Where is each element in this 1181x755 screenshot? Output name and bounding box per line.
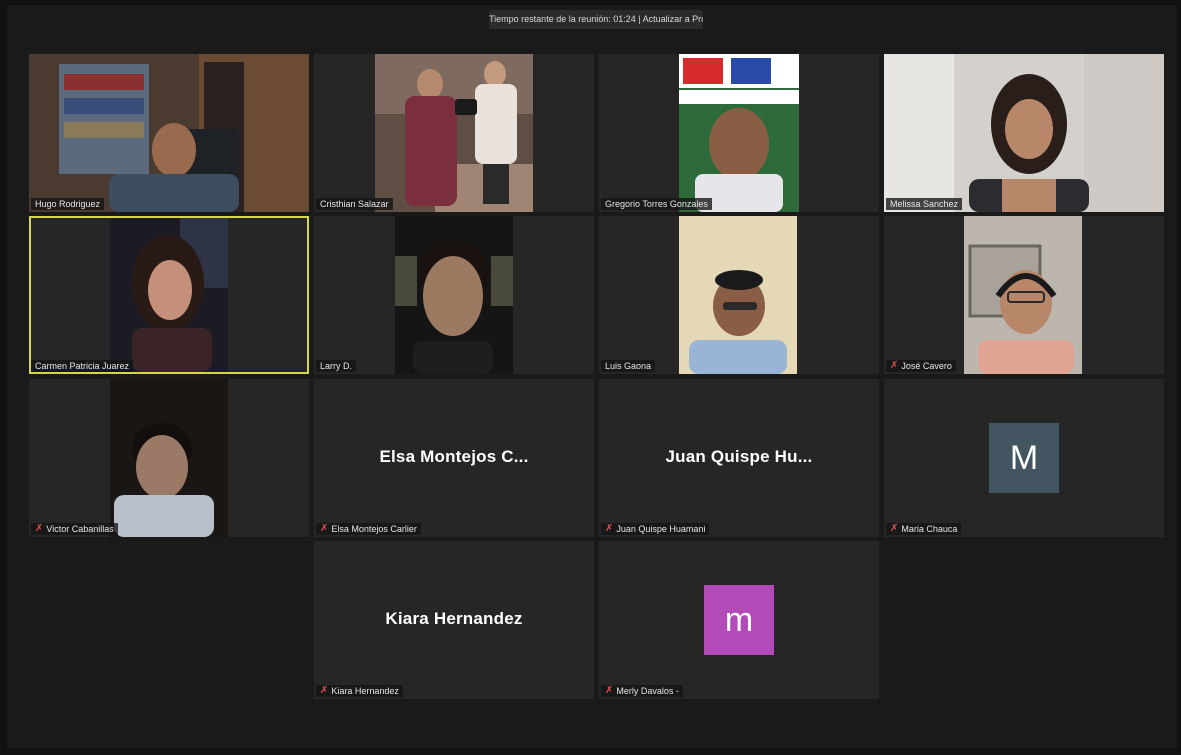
participant-name-tag: ✗ Juan Quispe Huamani	[601, 523, 710, 535]
mic-muted-icon: ✗	[605, 685, 614, 696]
participant-name-tag: Carmen Patricia Juarez	[31, 360, 134, 372]
participant-name: Melissa Sanchez	[890, 199, 959, 209]
participant-name: Carmen Patricia Juarez	[35, 361, 130, 371]
participant-name-tag: Luis Gaona	[601, 360, 656, 372]
participant-name: Elsa Montejos Carlier	[331, 524, 417, 534]
participant-video	[110, 218, 228, 372]
participant-display-name: Kiara Hernandez	[385, 609, 523, 628]
participant-tile[interactable]: Melissa Sanchez	[884, 54, 1164, 212]
participant-tile[interactable]: Gregorio Torres Gonzales	[599, 54, 879, 212]
participant-video	[964, 216, 1082, 374]
mic-muted-icon: ✗	[890, 523, 899, 534]
participant-name-tag: ✗ Victor Cabanillas	[31, 523, 118, 535]
participant-tile[interactable]: Larry D.	[314, 216, 594, 374]
participant-tile[interactable]: ✗ Victor Cabanillas	[29, 379, 309, 537]
participant-video	[679, 216, 797, 374]
participant-tile[interactable]: Cristhian Salazar	[314, 54, 594, 212]
mic-muted-icon: ✗	[320, 685, 329, 696]
time-remaining-banner[interactable]: Tiempo restante de la reunión: 01:24 | A…	[489, 10, 703, 29]
participant-tile[interactable]: Elsa Montejos C... ✗ Elsa Montejos Carli…	[314, 379, 594, 537]
mic-muted-icon: ✗	[605, 523, 614, 534]
participant-name: Kiara Hernandez	[331, 686, 399, 696]
mic-muted-icon: ✗	[890, 360, 899, 371]
participant-name: Larry D.	[320, 361, 353, 371]
participant-tile[interactable]: m ✗ Merly Davalos -	[599, 541, 879, 699]
participant-name-tag: ✗ Maria Chauca	[886, 523, 962, 535]
participant-tile[interactable]: Luis Gaona	[599, 216, 879, 374]
participant-avatar: m	[704, 585, 774, 655]
participant-name: Victor Cabanillas	[46, 524, 114, 534]
participant-video	[110, 379, 228, 537]
participant-name: Gregorio Torres Gonzales	[605, 199, 708, 209]
participant-tile[interactable]: Juan Quispe Hu... ✗ Juan Quispe Huamani	[599, 379, 879, 537]
mic-muted-icon: ✗	[320, 523, 329, 534]
participant-name-tag: Larry D.	[316, 360, 357, 372]
participant-name-tag: Gregorio Torres Gonzales	[601, 198, 712, 210]
participant-tile-active-speaker[interactable]: Carmen Patricia Juarez	[29, 216, 309, 374]
participant-tile[interactable]: ✗ José Cavero	[884, 216, 1164, 374]
participant-video	[679, 54, 799, 212]
participant-name: Hugo Rodriguez	[35, 199, 101, 209]
participant-tile[interactable]: Hugo Rodriguez	[29, 54, 309, 212]
participant-tile[interactable]: M ✗ Maria Chauca	[884, 379, 1164, 537]
participant-video	[884, 54, 1164, 212]
participant-video	[395, 216, 513, 374]
participant-tile[interactable]: Kiara Hernandez ✗ Kiara Hernandez	[314, 541, 594, 699]
participant-name-tag: ✗ Merly Davalos -	[601, 685, 683, 697]
participant-avatar: M	[989, 423, 1059, 493]
participant-name-tag: Cristhian Salazar	[316, 198, 393, 210]
participant-name-tag: Melissa Sanchez	[886, 198, 963, 210]
participant-video	[29, 54, 309, 212]
participant-name: Cristhian Salazar	[320, 199, 389, 209]
participant-name: Merly Davalos -	[616, 686, 679, 696]
participant-name-tag: ✗ Elsa Montejos Carlier	[316, 523, 421, 535]
participant-name-tag: ✗ José Cavero	[886, 360, 956, 372]
participant-name: Juan Quispe Huamani	[616, 524, 706, 534]
participant-name: Maria Chauca	[901, 524, 958, 534]
participant-name: José Cavero	[901, 361, 952, 371]
mic-muted-icon: ✗	[35, 523, 44, 534]
participant-name-tag: ✗ Kiara Hernandez	[316, 685, 403, 697]
participant-display-name: Juan Quispe Hu...	[665, 447, 813, 466]
participant-display-name: Elsa Montejos C...	[379, 447, 529, 466]
participant-video	[375, 54, 533, 212]
participant-name-tag: Hugo Rodriguez	[31, 198, 105, 210]
participant-name: Luis Gaona	[605, 361, 652, 371]
